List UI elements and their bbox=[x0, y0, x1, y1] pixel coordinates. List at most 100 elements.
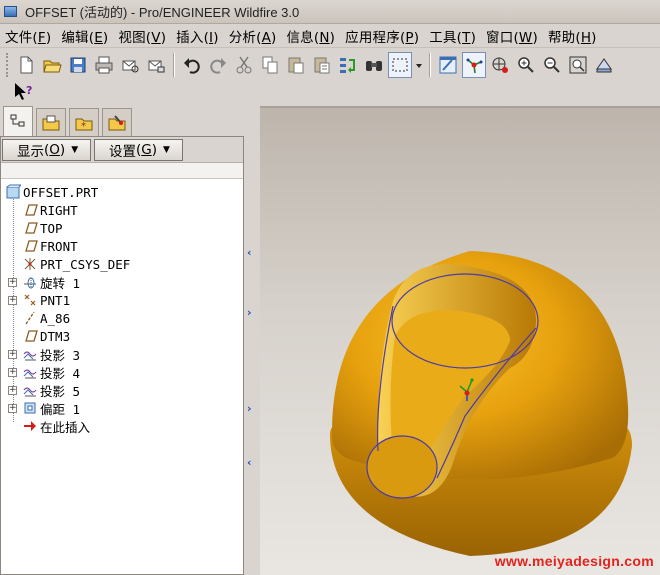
sash-expand-icon[interactable]: › bbox=[247, 402, 256, 415]
tree-item[interactable]: + 投影 3 bbox=[1, 345, 243, 363]
tree-item[interactable]: + 偏距 1 bbox=[1, 399, 243, 417]
cut-icon bbox=[236, 56, 252, 74]
sash-expand-icon[interactable]: › bbox=[247, 306, 256, 319]
expand-icon[interactable]: + bbox=[8, 349, 17, 359]
refit-button[interactable] bbox=[566, 52, 590, 78]
paste-button[interactable] bbox=[284, 52, 308, 78]
settings-menu-button[interactable]: 设置(G) ▼ bbox=[94, 138, 183, 161]
tree-item-label: TOP bbox=[40, 220, 63, 236]
open-button[interactable] bbox=[40, 52, 64, 78]
spin-center-button[interactable] bbox=[462, 52, 486, 78]
menu-5[interactable]: 信息(N) bbox=[281, 26, 340, 46]
tree-item[interactable]: DTM3 bbox=[1, 327, 243, 345]
tree-item[interactable]: RIGHT bbox=[1, 201, 243, 219]
redo-button[interactable] bbox=[206, 52, 230, 78]
menu-3[interactable]: 插入(I) bbox=[171, 26, 224, 46]
tab-folder-browser[interactable] bbox=[36, 108, 66, 136]
tree-item-label: 偏距 1 bbox=[40, 401, 81, 417]
toolbar-separator bbox=[173, 53, 175, 77]
tree-item[interactable]: A_86 bbox=[1, 309, 243, 327]
graphics-window[interactable]: www.meiyadesign.com bbox=[260, 106, 660, 575]
menu-accel: I bbox=[209, 29, 214, 46]
repaint-button[interactable] bbox=[436, 52, 460, 78]
datum-plane-icon bbox=[22, 220, 38, 236]
tree-item[interactable]: 在此插入 bbox=[1, 417, 243, 435]
tree-controls: 显示(O) ▼ 设置(G) ▼ bbox=[1, 137, 243, 163]
regenerate-button[interactable] bbox=[336, 52, 360, 78]
new-button[interactable] bbox=[14, 52, 38, 78]
sash-collapse-icon[interactable]: ‹ bbox=[247, 246, 256, 259]
menu-accel: E bbox=[94, 29, 103, 46]
expand-icon[interactable]: + bbox=[8, 277, 17, 287]
tree-item[interactable]: OFFSET.PRT bbox=[1, 183, 243, 201]
menu-accel: F bbox=[37, 29, 46, 46]
whats-this-button[interactable]: ? bbox=[12, 81, 34, 107]
copy-button[interactable] bbox=[258, 52, 282, 78]
print-button[interactable] bbox=[92, 52, 116, 78]
zoom-in-icon bbox=[518, 57, 534, 73]
window-title: OFFSET (活动的) - Pro/ENGINEER Wildfire 3.0 bbox=[25, 5, 300, 20]
tree-item-label: A_86 bbox=[40, 310, 71, 326]
orient-mode-button[interactable] bbox=[488, 52, 512, 78]
tab-favorites[interactable]: * bbox=[69, 108, 99, 136]
menu-bar: 文件(F) 编辑(E) 视图(V) 插入(I) 分析(A) 信息(N) 应用程序(P) 工具(… bbox=[0, 24, 660, 48]
show-accel: O bbox=[49, 141, 60, 158]
menu-8[interactable]: 窗口(W) bbox=[481, 26, 543, 46]
email-button[interactable] bbox=[118, 52, 142, 78]
expand-icon[interactable]: + bbox=[8, 295, 17, 305]
show-menu-button[interactable]: 显示(O) ▼ bbox=[2, 138, 91, 161]
sash-collapse-icon[interactable]: ‹ bbox=[247, 456, 256, 469]
expand-icon[interactable]: + bbox=[8, 385, 17, 395]
selection-box-button[interactable] bbox=[388, 52, 412, 78]
insert-here-arrow-icon bbox=[22, 418, 38, 434]
menu-1[interactable]: 编辑(E) bbox=[56, 26, 113, 46]
paste-special-button[interactable] bbox=[310, 52, 334, 78]
menu-2[interactable]: 视图(V) bbox=[113, 26, 171, 46]
expand-icon[interactable]: + bbox=[8, 367, 17, 377]
tree-item[interactable]: + 投影 4 bbox=[1, 363, 243, 381]
tab-model-tree[interactable] bbox=[3, 106, 33, 136]
menu-0[interactable]: 文件(F) bbox=[0, 26, 56, 46]
tree-item[interactable]: + PNT1 bbox=[1, 291, 243, 309]
zoom-out-button[interactable] bbox=[540, 52, 564, 78]
find-icon bbox=[366, 61, 382, 71]
folder-browser-icon bbox=[42, 115, 60, 130]
svg-text:*: * bbox=[81, 121, 86, 132]
tree-item-label: 旋转 1 bbox=[40, 275, 81, 291]
tree-item-label: 投影 5 bbox=[40, 383, 81, 399]
menu-label: 工具 bbox=[429, 29, 457, 46]
tree-item[interactable]: FRONT bbox=[1, 237, 243, 255]
menu-accel: T bbox=[462, 29, 471, 46]
expand-icon[interactable]: + bbox=[8, 403, 17, 413]
cut-button[interactable] bbox=[232, 52, 256, 78]
panel-sash[interactable]: ‹ › › ‹ bbox=[244, 106, 260, 575]
tree-item[interactable]: + 旋转 1 bbox=[1, 273, 243, 291]
tree-item[interactable]: TOP bbox=[1, 219, 243, 237]
connections-icon bbox=[108, 114, 126, 130]
find-button[interactable] bbox=[362, 52, 386, 78]
menu-label: 应用程序 bbox=[345, 29, 400, 46]
menu-4[interactable]: 分析(A) bbox=[224, 26, 282, 46]
menu-7[interactable]: 工具(T) bbox=[424, 26, 481, 46]
tree-item[interactable]: + 投影 5 bbox=[1, 381, 243, 399]
selection-dropdown-button[interactable] bbox=[414, 52, 424, 78]
print-icon bbox=[95, 56, 113, 74]
tree-item[interactable]: PRT_CSYS_DEF bbox=[1, 255, 243, 273]
model-tree-icon bbox=[10, 114, 25, 126]
menu-9[interactable]: 帮助(H) bbox=[543, 26, 602, 46]
spin-center-icon bbox=[466, 58, 483, 74]
tree-item-label: 投影 4 bbox=[40, 365, 81, 381]
open-icon bbox=[43, 60, 62, 73]
toolbar-grip[interactable] bbox=[6, 53, 10, 77]
tab-connections[interactable] bbox=[102, 108, 132, 136]
zoom-in-button[interactable] bbox=[514, 52, 538, 78]
secondary-toolbar: ? bbox=[0, 81, 260, 106]
save-button[interactable] bbox=[66, 52, 90, 78]
menu-6[interactable]: 应用程序(P) bbox=[340, 26, 424, 46]
email-link-button[interactable] bbox=[144, 52, 168, 78]
model-tree: OFFSET.PRT RIGHT TOP FRONT PRT_CSYS_DEF + 旋转 1… bbox=[1, 179, 243, 435]
undo-button[interactable] bbox=[180, 52, 204, 78]
reorient-button[interactable] bbox=[592, 52, 616, 78]
zoom-out-icon bbox=[544, 57, 560, 73]
tree-item-label: DTM3 bbox=[40, 328, 71, 344]
